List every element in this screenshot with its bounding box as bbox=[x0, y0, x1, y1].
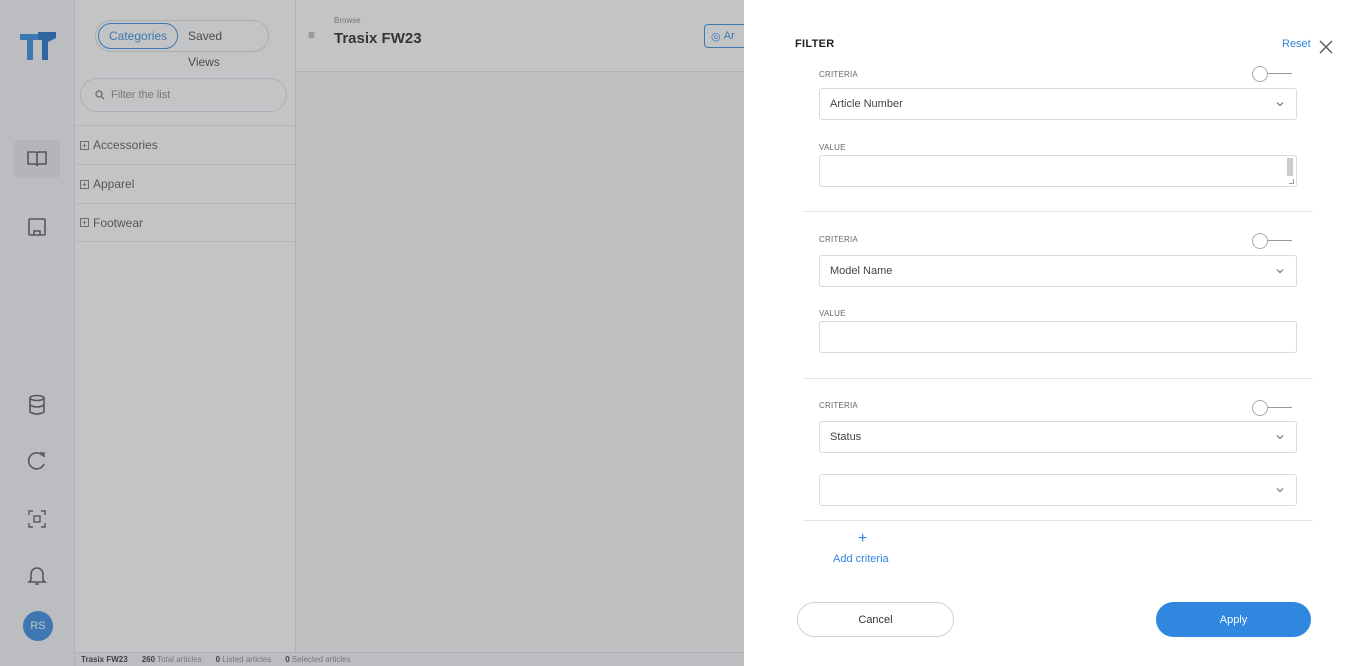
add-criteria-button[interactable]: Add criteria bbox=[833, 553, 889, 565]
plus-icon[interactable]: + bbox=[858, 530, 867, 548]
criteria-select-value: Article Number bbox=[830, 98, 903, 110]
filter-drawer: FILTER Reset CRITERIA Article Number VAL… bbox=[744, 0, 1371, 666]
criteria-label: CRITERIA bbox=[819, 235, 858, 244]
criteria-select-value: Model Name bbox=[830, 265, 893, 277]
criteria-select[interactable]: Model Name bbox=[819, 255, 1297, 287]
divider bbox=[803, 520, 1313, 521]
divider bbox=[803, 211, 1313, 212]
value-input[interactable] bbox=[819, 321, 1297, 353]
value-label: VALUE bbox=[819, 143, 846, 152]
criteria-select[interactable]: Status bbox=[819, 421, 1297, 453]
criteria-toggle[interactable] bbox=[1252, 66, 1292, 82]
value-label: VALUE bbox=[819, 309, 846, 318]
criteria-select-value: Status bbox=[830, 431, 862, 443]
cancel-button[interactable]: Cancel bbox=[797, 602, 954, 637]
modal-overlay[interactable] bbox=[0, 0, 744, 666]
scrollbar[interactable] bbox=[1287, 158, 1293, 176]
apply-button[interactable]: Apply bbox=[1156, 602, 1311, 637]
chevron-down-icon bbox=[1276, 102, 1284, 107]
criteria-label: CRITERIA bbox=[819, 401, 858, 410]
divider bbox=[803, 378, 1313, 379]
reset-link[interactable]: Reset bbox=[1282, 38, 1311, 50]
value-select[interactable] bbox=[819, 474, 1297, 506]
chevron-down-icon bbox=[1276, 269, 1284, 274]
criteria-select[interactable]: Article Number bbox=[819, 88, 1297, 120]
chevron-down-icon bbox=[1276, 488, 1284, 493]
criteria-toggle[interactable] bbox=[1252, 400, 1292, 416]
close-icon[interactable] bbox=[1317, 38, 1335, 56]
chevron-down-icon bbox=[1276, 435, 1284, 440]
resize-handle[interactable] bbox=[1289, 179, 1294, 184]
value-textarea[interactable] bbox=[819, 155, 1297, 187]
criteria-label: CRITERIA bbox=[819, 70, 858, 79]
filter-title: FILTER bbox=[795, 38, 835, 50]
criteria-toggle[interactable] bbox=[1252, 233, 1292, 249]
